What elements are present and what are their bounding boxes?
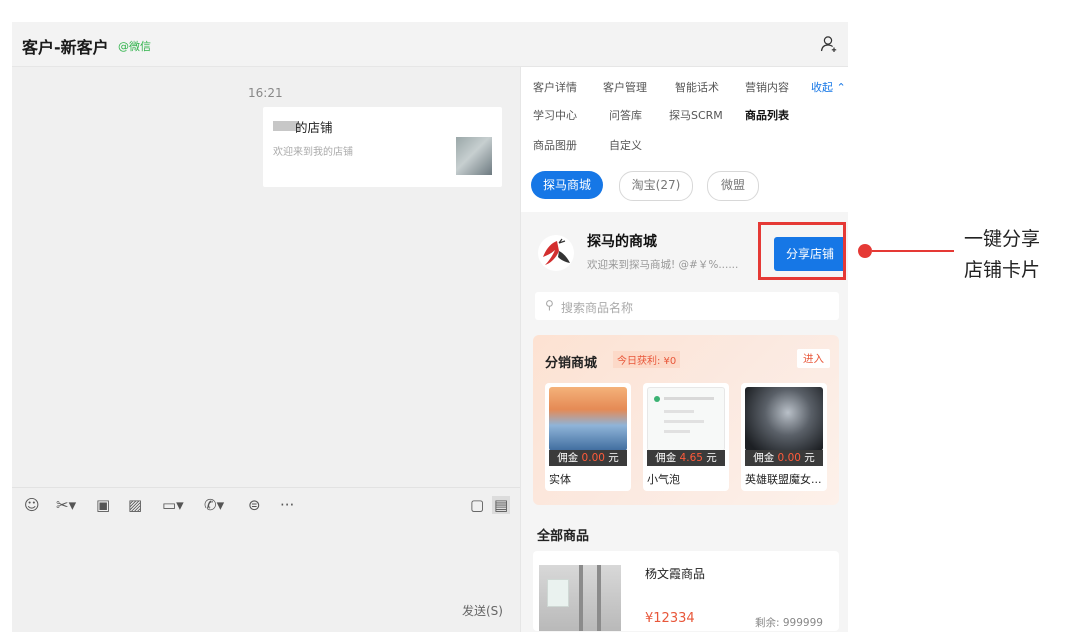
goods-name: 杨文霞商品 bbox=[645, 567, 706, 581]
nav-learning[interactable]: 学习中心 bbox=[533, 107, 577, 123]
tab-weimeng[interactable]: 微盟 bbox=[707, 171, 759, 201]
nav-scrm[interactable]: 探马SCRM bbox=[669, 107, 723, 123]
side-panel: 客户详情 客户管理 智能话术 营销内容 收起 ⌃ 学习中心 问答库 探马SCRM… bbox=[520, 67, 848, 632]
goods-price: ¥12334 bbox=[645, 611, 695, 626]
product-name: 英雄联盟魔女... bbox=[745, 473, 822, 486]
goods-stock: 剩余: 999999 bbox=[755, 617, 823, 629]
panel-nav: 客户详情 客户管理 智能话术 营销内容 收起 ⌃ 学习中心 问答库 探马SCRM… bbox=[521, 67, 848, 212]
butterfly-logo bbox=[538, 235, 574, 271]
product-image bbox=[647, 387, 725, 451]
annotation-text: 一键分享 店铺卡片 bbox=[964, 224, 1040, 286]
shop-description: 欢迎来到探马商城! @#￥%...... bbox=[587, 259, 739, 271]
nav-customer-detail[interactable]: 客户详情 bbox=[533, 79, 577, 95]
chat-area: 16:21 的店铺 欢迎来到我的店铺 bbox=[12, 67, 520, 487]
shop-card-message[interactable]: 的店铺 欢迎来到我的店铺 bbox=[263, 107, 502, 187]
nav-marketing[interactable]: 营销内容 bbox=[745, 79, 789, 95]
word-icon[interactable]: ▨ bbox=[128, 496, 142, 514]
nav-custom[interactable]: 自定义 bbox=[609, 137, 642, 153]
message-input[interactable]: 发送(S) bbox=[12, 522, 520, 632]
emoji-icon[interactable]: ☺ bbox=[24, 496, 40, 514]
card-description: 欢迎来到我的店铺 bbox=[273, 147, 353, 158]
highlight-box bbox=[758, 222, 846, 280]
add-person-icon[interactable] bbox=[820, 35, 838, 53]
app-window: 客户-新客户 @微信 16:21 的店铺 欢迎来到我的店铺 ☺ ✂▾ ▣ ▨ ▭… bbox=[12, 22, 848, 632]
annotation-line bbox=[872, 250, 954, 252]
product-card[interactable]: 佣金 0.00 元 实体 bbox=[545, 383, 631, 491]
sidebar-toggle-icon[interactable]: ▤ bbox=[492, 496, 511, 514]
message-time: 16:21 bbox=[248, 86, 283, 100]
more-icon[interactable]: ··· bbox=[280, 496, 294, 514]
wechat-tag: @微信 bbox=[118, 40, 151, 53]
red-packet-icon[interactable]: ⊜ bbox=[248, 496, 261, 514]
nav-collapse[interactable]: 收起 ⌃ bbox=[811, 79, 846, 95]
all-goods-title: 全部商品 bbox=[537, 529, 590, 544]
today-earnings: 今日获利: ¥0 bbox=[613, 351, 681, 368]
distribution-title: 分销商城 bbox=[545, 356, 598, 371]
enter-button[interactable]: 进入 bbox=[797, 349, 830, 368]
commission-tag: 佣金 0.00 元 bbox=[745, 450, 823, 466]
shop-name: 探马的商城 bbox=[587, 234, 657, 250]
card-thumbnail bbox=[456, 137, 492, 175]
goods-image bbox=[539, 565, 621, 631]
nav-product-list[interactable]: 商品列表 bbox=[745, 107, 789, 123]
chat-history-icon[interactable]: ▢ bbox=[470, 496, 484, 514]
nav-customer-manage[interactable]: 客户管理 bbox=[603, 79, 647, 95]
nav-qa[interactable]: 问答库 bbox=[609, 107, 642, 123]
send-button[interactable]: 发送(S) bbox=[462, 602, 503, 619]
product-card[interactable]: 佣金 0.00 元 英雄联盟魔女... bbox=[741, 383, 827, 491]
product-image bbox=[549, 387, 627, 451]
phone-icon[interactable]: ✆▾ bbox=[204, 496, 224, 514]
product-name: 小气泡 bbox=[647, 473, 680, 486]
nav-smart-script[interactable]: 智能话术 bbox=[675, 79, 719, 95]
title-bar: 客户-新客户 @微信 bbox=[12, 22, 848, 67]
commission-tag: 佣金 4.65 元 bbox=[647, 450, 725, 466]
product-card[interactable]: 佣金 4.65 元 小气泡 bbox=[643, 383, 729, 491]
product-image bbox=[745, 387, 823, 451]
annotation-line-2: 店铺卡片 bbox=[964, 259, 1041, 281]
search-icon: ⚲ bbox=[545, 298, 554, 312]
annotation-line-1: 一键分享 bbox=[964, 228, 1041, 250]
annotation-dot bbox=[858, 244, 872, 258]
folder-icon[interactable]: ▭▾ bbox=[162, 496, 184, 514]
tab-taobao[interactable]: 淘宝(27) bbox=[619, 171, 693, 201]
distribution-mall: 分销商城 今日获利: ¥0 进入 佣金 0.00 元 实体 佣金 4.65 元 … bbox=[533, 335, 839, 505]
goods-item[interactable]: 杨文霞商品 ¥12334 剩余: 999999 bbox=[533, 551, 839, 631]
window-title: 客户-新客户 bbox=[22, 38, 109, 57]
nav-product-album[interactable]: 商品图册 bbox=[533, 137, 577, 153]
card-title: 的店铺 bbox=[295, 120, 333, 135]
tab-tanma-mall[interactable]: 探马商城 bbox=[531, 171, 603, 199]
product-search[interactable]: ⚲ 搜索商品名称 bbox=[535, 292, 839, 320]
image-icon[interactable]: ▣ bbox=[96, 496, 110, 514]
product-name: 实体 bbox=[549, 473, 571, 486]
commission-tag: 佣金 0.00 元 bbox=[549, 450, 627, 466]
chat-toolbar: ☺ ✂▾ ▣ ▨ ▭▾ ✆▾ ⊜ ··· ▢ ▤ bbox=[12, 487, 520, 522]
scissors-icon[interactable]: ✂▾ bbox=[56, 496, 76, 514]
search-placeholder: 搜索商品名称 bbox=[561, 301, 634, 315]
